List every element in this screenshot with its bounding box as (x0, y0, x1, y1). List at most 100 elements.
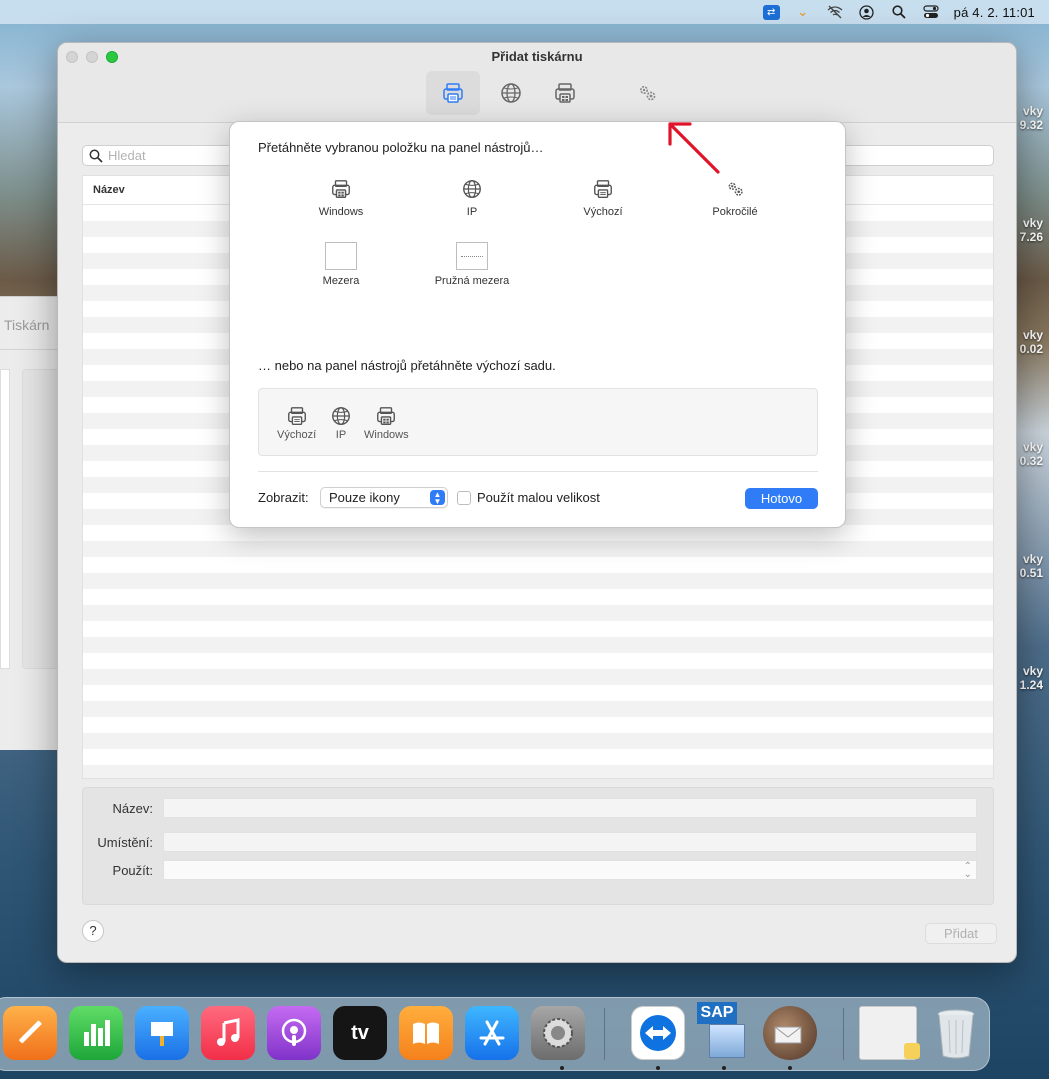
search-placeholder: Hledat (108, 148, 146, 163)
running-indicator (656, 1066, 660, 1070)
annotation-arrow-icon (668, 122, 720, 174)
dock-minimized-window[interactable] (859, 1006, 920, 1060)
palette-item-flexible-space[interactable]: Pružná mezera (422, 242, 522, 287)
show-label: Zobrazit: (258, 490, 309, 505)
default-set-item-ip: IP (330, 405, 352, 441)
gear-icon (543, 1018, 573, 1048)
background-window-title: Tiskárn (4, 317, 50, 333)
sheet-divider (258, 471, 818, 472)
toolbar-default-button[interactable] (426, 71, 480, 115)
palette-item-label: Mezera (322, 275, 360, 287)
teamviewer-icon (640, 1015, 676, 1051)
music-note-icon (217, 1018, 240, 1046)
toolbar-windows-button[interactable] (538, 71, 592, 115)
default-set-tray[interactable]: Výchozí IP Windows (258, 388, 818, 456)
palette-item-label: Windows (318, 206, 364, 218)
dock-app-system-preferences[interactable] (531, 1006, 585, 1060)
toolbar-advanced-button[interactable] (620, 71, 674, 115)
palette-item-windows[interactable]: Windows (291, 176, 391, 218)
toolbar-ip-button[interactable] (484, 71, 538, 115)
sap-logo: SAP (697, 1002, 737, 1024)
chevron-updown-icon: ⌃ ⌄ (963, 861, 972, 880)
location-field[interactable] (163, 832, 977, 852)
name-label: Název: (112, 801, 153, 816)
palette-item-ip[interactable]: IP (422, 176, 522, 218)
dock-divider (843, 1008, 844, 1060)
dock-app-podcasts[interactable] (267, 1006, 321, 1060)
teamviewer-icon[interactable]: ⇄ (762, 4, 780, 20)
running-indicator (788, 1066, 792, 1070)
dock-app-music[interactable] (201, 1006, 255, 1060)
notes-badge-icon (904, 1043, 920, 1059)
dock-app-numbers[interactable] (69, 1006, 123, 1060)
printer-icon (377, 407, 396, 425)
show-mode-select[interactable]: Pouze ikony ▲ ▼ (320, 487, 448, 508)
dock-app-mail-sender[interactable] (763, 1006, 817, 1060)
dock-app-trash[interactable] (929, 1006, 983, 1060)
palette-item-label: Pokročilé (712, 206, 758, 218)
printer-details-form: Název: Umístění: Použít: ⌃ ⌄ (82, 787, 994, 905)
ip-globe-icon (501, 83, 521, 103)
default-printer-icon (443, 83, 463, 103)
dock: tv SAP (0, 997, 990, 1071)
done-button[interactable]: Hotovo (745, 488, 818, 509)
window-titlebar: Přidat tiskárnu (58, 43, 1016, 123)
small-size-label[interactable]: Použít malou velikost (477, 490, 600, 505)
printer-icon (594, 180, 612, 198)
background-window-list (0, 369, 10, 669)
add-button[interactable]: Přidat (925, 923, 997, 944)
menu-bar: ⇄ ⌄ pá 4. 2. 11:01 (0, 0, 1049, 24)
palette-item-advanced[interactable]: Pokročilé (685, 176, 785, 218)
menu-clock[interactable]: pá 4. 2. 11:01 (954, 5, 1035, 20)
widget-label-6: vky 1.24 (1019, 664, 1043, 692)
background-printers-window[interactable]: Tiskárn (0, 296, 64, 750)
name-row: Název: (83, 798, 993, 818)
running-indicator (560, 1066, 564, 1070)
widget-label-1: vky 9.32 (1019, 104, 1043, 132)
flexible-space-box (456, 242, 488, 270)
app-chevron-icon[interactable]: ⌄ (794, 4, 812, 20)
customize-toolbar-sheet: Přetáhněte vybranou položku na panel nás… (229, 121, 846, 528)
dock-app-teamviewer[interactable] (631, 1006, 685, 1060)
dock-app-apple-tv[interactable]: tv (333, 1006, 387, 1060)
search-icon[interactable] (890, 4, 908, 20)
gears-icon (728, 182, 743, 196)
name-field[interactable] (163, 798, 977, 818)
palette-item-default[interactable]: Výchozí (553, 176, 653, 218)
pencil-icon (19, 1020, 42, 1044)
dock-app-pages[interactable] (3, 1006, 57, 1060)
use-select[interactable]: ⌃ ⌄ (163, 860, 977, 880)
palette-item-space[interactable]: Mezera (291, 242, 391, 287)
user-icon[interactable] (858, 4, 876, 20)
windows-printer-icon (555, 83, 575, 103)
show-mode-value: Pouze ikony (329, 490, 400, 505)
default-set-item-windows: Windows (364, 405, 409, 441)
default-set-heading: … nebo na panel nástrojů přetáhněte vých… (258, 358, 556, 373)
chevron-updown-icon: ▲ ▼ (430, 490, 445, 506)
palette-item-label: Pružná mezera (434, 275, 510, 287)
printer-icon (332, 180, 350, 198)
sap-window-icon (709, 1024, 745, 1058)
space-box (325, 242, 357, 270)
dock-app-app-store[interactable] (465, 1006, 519, 1060)
trash-icon (937, 1009, 975, 1059)
dock-app-sap[interactable]: SAP (697, 1002, 751, 1060)
use-label: Použít: (112, 863, 153, 878)
globe-icon (332, 407, 350, 425)
advanced-gears-icon (640, 86, 656, 101)
widget-label-2: vky 7.26 (1019, 216, 1043, 244)
dock-app-books[interactable] (399, 1006, 453, 1060)
search-icon (89, 149, 103, 163)
widget-label-3: vky 0.02 (1019, 328, 1043, 356)
palette-item-label: IP (466, 206, 478, 218)
widget-label-5: vky 0.51 (1019, 552, 1043, 580)
control-center-icon[interactable] (922, 4, 940, 20)
window-title: Přidat tiskárnu (491, 49, 583, 64)
background-window-panel (22, 369, 62, 669)
wifi-off-icon[interactable] (826, 4, 844, 20)
help-button[interactable]: ? (82, 920, 104, 942)
dock-app-keynote[interactable] (135, 1006, 189, 1060)
small-size-checkbox[interactable] (457, 491, 471, 505)
app-store-icon (479, 1020, 505, 1046)
apple-tv-label: tv (351, 1021, 369, 1044)
